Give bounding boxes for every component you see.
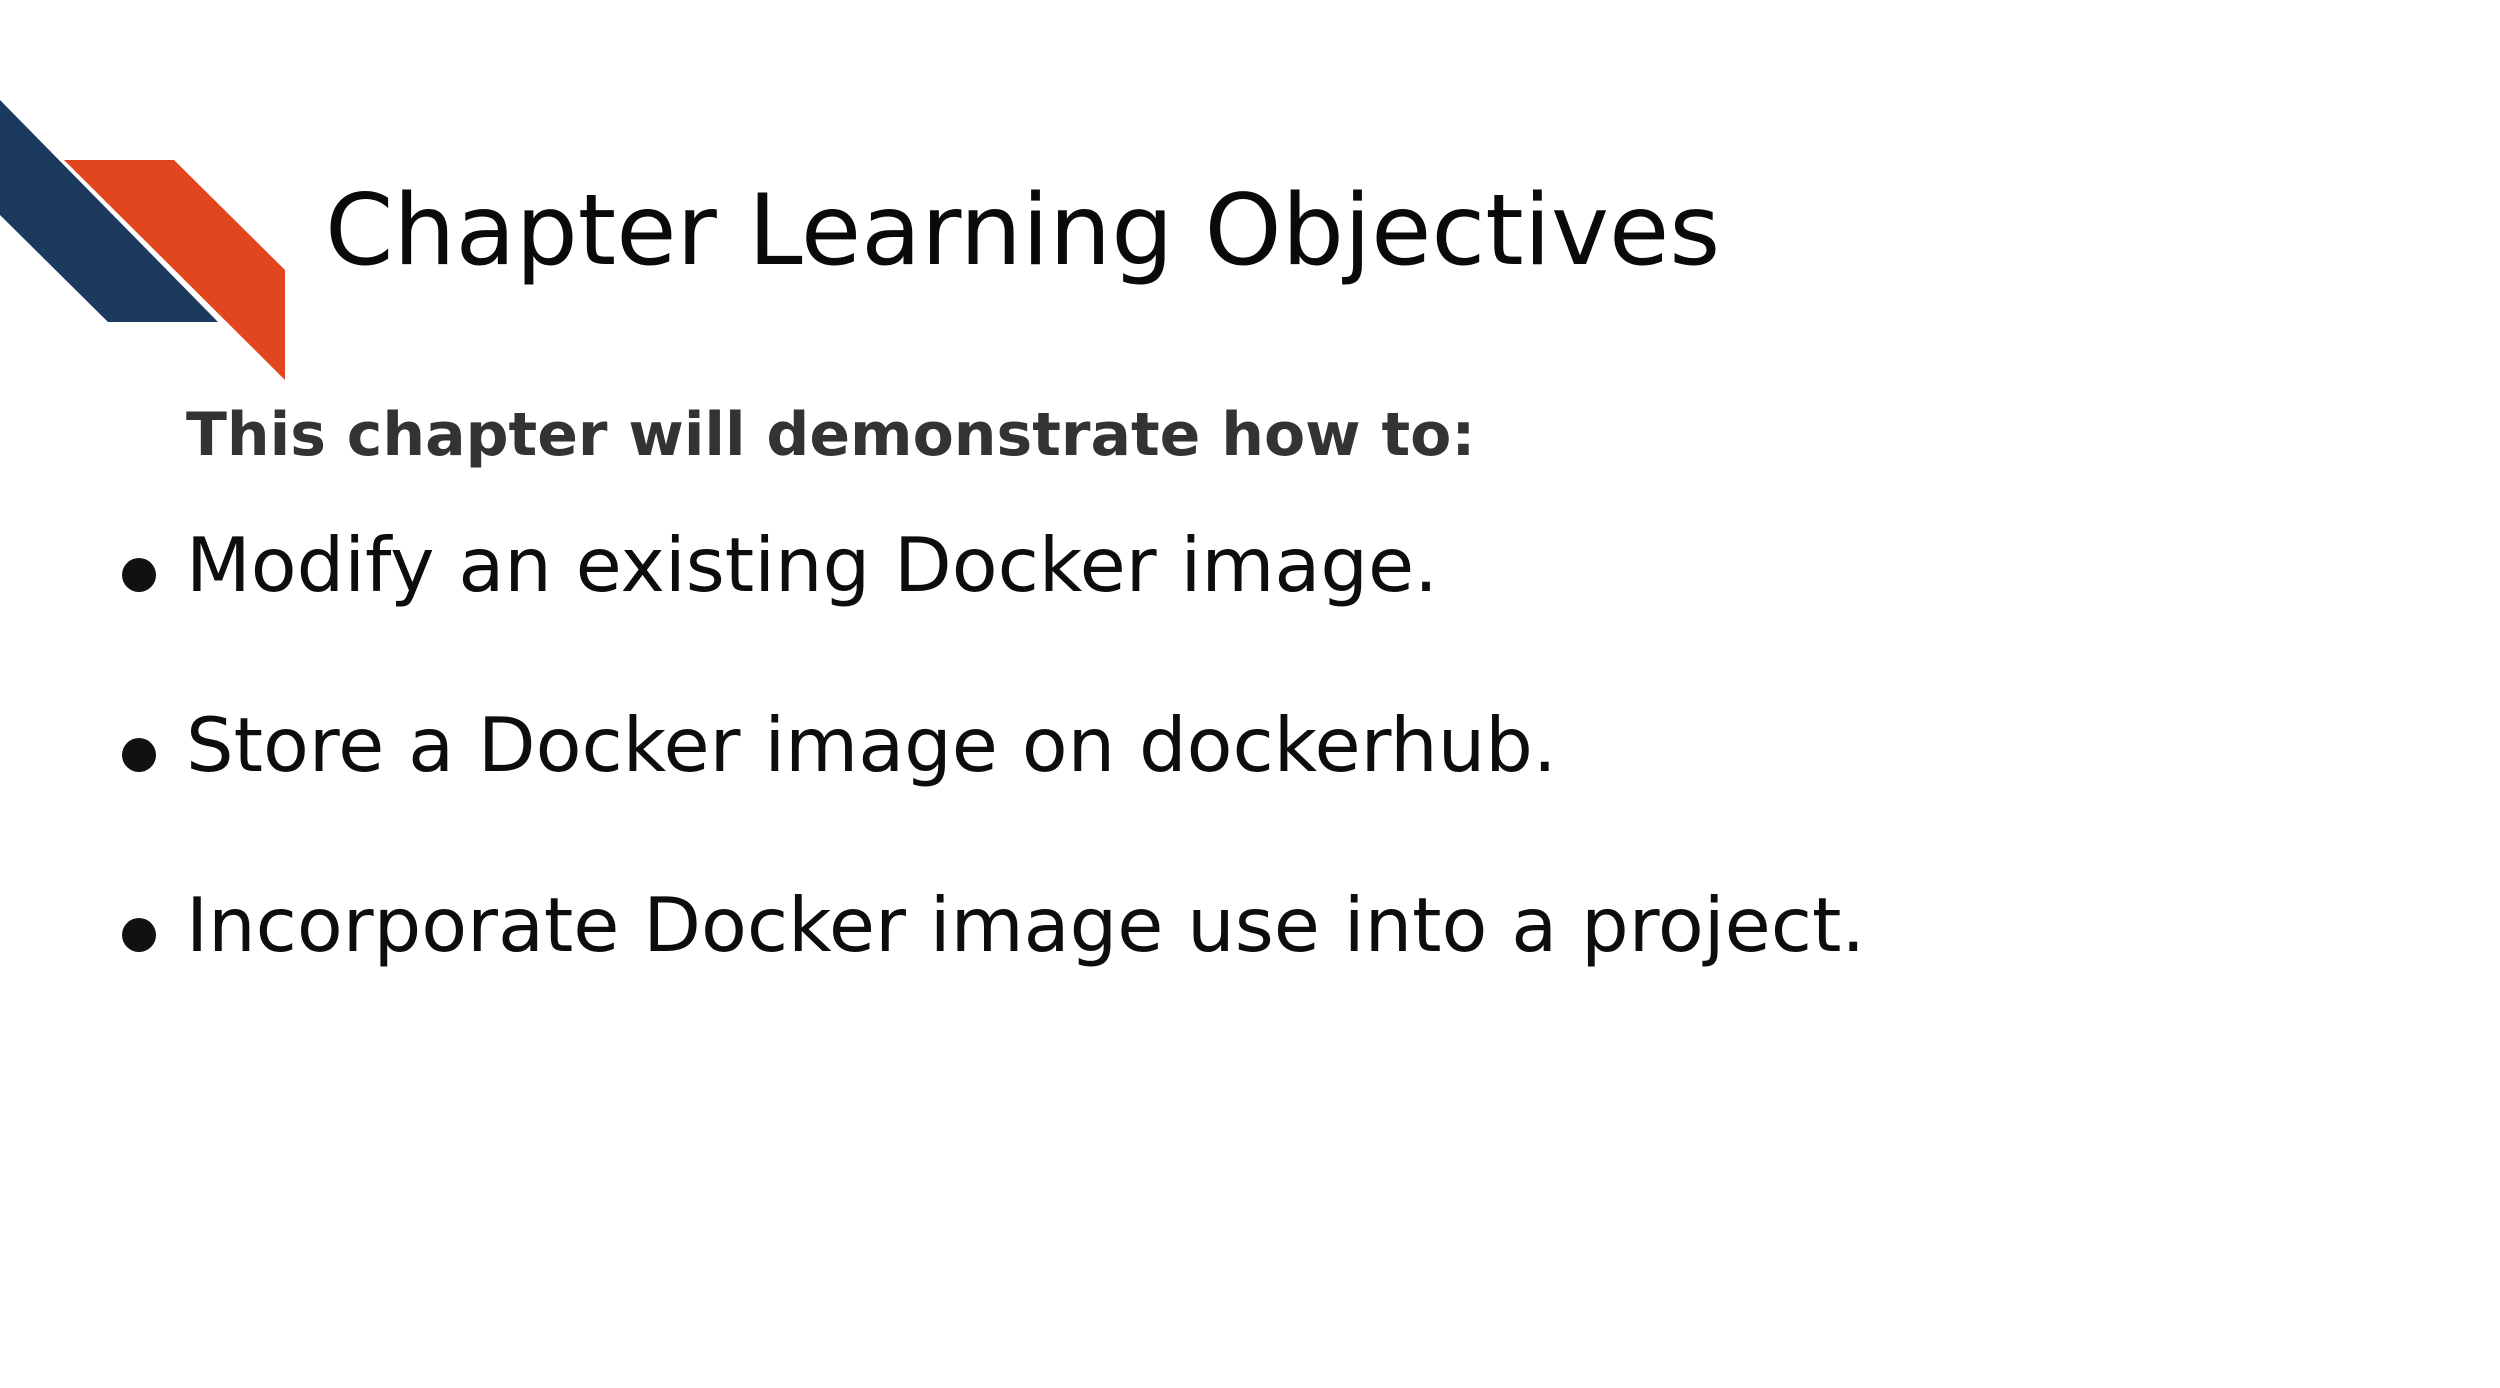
bullet-dot-icon	[122, 738, 156, 772]
objective-text: Modify an existing Docker image.	[186, 521, 1438, 609]
bullet-dot-icon	[122, 558, 156, 592]
page-title: Chapter Learning Objectives	[325, 174, 1721, 288]
intro-text: This chapter will demonstrate how to:	[186, 400, 1476, 470]
slide: Chapter Learning Objectives This chapter…	[0, 0, 2500, 1388]
corner-decoration	[0, 100, 285, 380]
objective-text: Incorporate Docker image use into a proj…	[186, 881, 1866, 969]
objective-text: Store a Docker image on dockerhub.	[186, 701, 1557, 789]
bullet-dot-icon	[122, 918, 156, 952]
